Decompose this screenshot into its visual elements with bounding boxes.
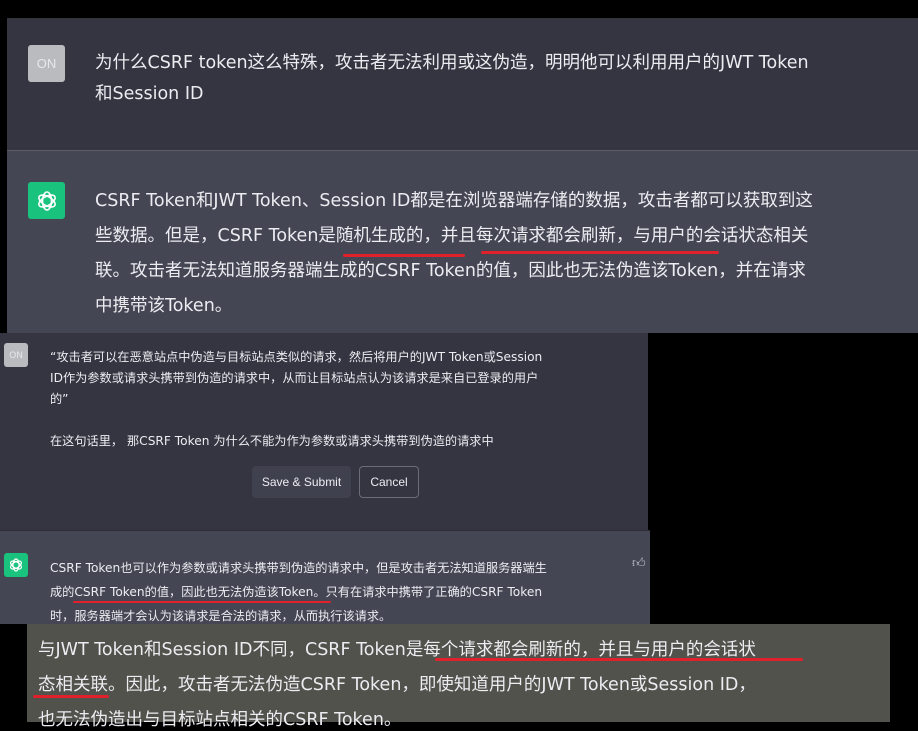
user-question-line-1: 为什么CSRF token这么特殊，攻击者无法利用或这伪造，明明他可以利用用户的… [95,53,809,73]
cancel-button[interactable]: Cancel [359,466,419,498]
highlight-underline [435,658,803,661]
highlight-underline [73,601,331,603]
top-ai-message: CSRF Token和JWT Token、Session ID都是在浏览器端存储… [7,150,918,333]
user-avatar: ON [28,45,65,82]
ai-answer-line-1: CSRF Token和JWT Token、Session ID都是在浏览器端存储… [95,191,813,211]
ai-answer-line-3: 联。攻击者无法知道服务器端生成的CSRF Token的值，因此也无法伪造该Tok… [95,261,806,281]
top-user-message: ON 为什么CSRF token这么特殊，攻击者无法利用或这伪造，明明他可以利用… [7,18,918,150]
ai-answer-line-2: 些数据。但是，CSRF Token是随机生成的，并且每次请求都会刷新，与用户的会… [95,226,809,246]
edit-quote-line-2[interactable]: ID作为参数或请求头携带到伪造的请求中，从而让目标站点认为该请求是来自已登录的用… [50,368,538,386]
chatgpt-logo-icon [4,553,28,577]
user-question-line-2: 和Session ID [95,84,204,104]
thumbs-up-icon[interactable]: 👍︎ [632,556,646,571]
highlight-underline [33,695,109,698]
ai-answer-small-panel: CSRF Token也可以作为参数或请求头携带到伪造的请求中，但是攻击者无法知道… [0,530,650,624]
edit-message-panel: ON “攻击者可以在恶意站点中伪造与目标站点类似的请求，然后将用户的JWT To… [0,333,648,530]
highlight-underline [481,251,719,254]
save-submit-button[interactable]: Save & Submit [252,466,351,498]
openai-knot-icon [9,558,23,572]
highlight-underline [343,254,465,257]
ai-answer-small-line-2: 成的CSRF Token的值，因此也无法伪造该Token。只有在请求中携带了正确… [50,585,543,599]
openai-knot-icon [37,190,56,211]
bottom-line-2: 态相关联。因此，攻击者无法伪造CSRF Token，即使知道用户的JWT Tok… [38,675,756,695]
bottom-line-3: 也无法伪造出与目标站点相关的CSRF Token。 [38,710,402,730]
chatgpt-logo-icon [28,182,65,219]
ai-answer-small-line-1: CSRF Token也可以作为参数或请求头携带到伪造的请求中，但是攻击者无法知道… [50,561,547,575]
ai-answer-small-line-3: 时，服务器端才会认为该请求是合法的请求，从而执行该请求。 [50,609,392,623]
edit-quote-line-3[interactable]: 的” [50,389,69,407]
ai-answer-line-4: 中携带该Token。 [95,296,233,316]
edit-question-line[interactable]: 在这句话里， 那CSRF Token 为什么不能为作为参数或请求头携带到伪造的请… [50,431,494,449]
bottom-ai-message: 与JWT Token和Session ID不同，CSRF Token是每个请求都… [27,624,890,730]
user-avatar-small: ON [4,343,28,367]
edit-quote-line-1[interactable]: “攻击者可以在恶意站点中伪造与目标站点类似的请求，然后将用户的JWT Token… [50,347,542,365]
